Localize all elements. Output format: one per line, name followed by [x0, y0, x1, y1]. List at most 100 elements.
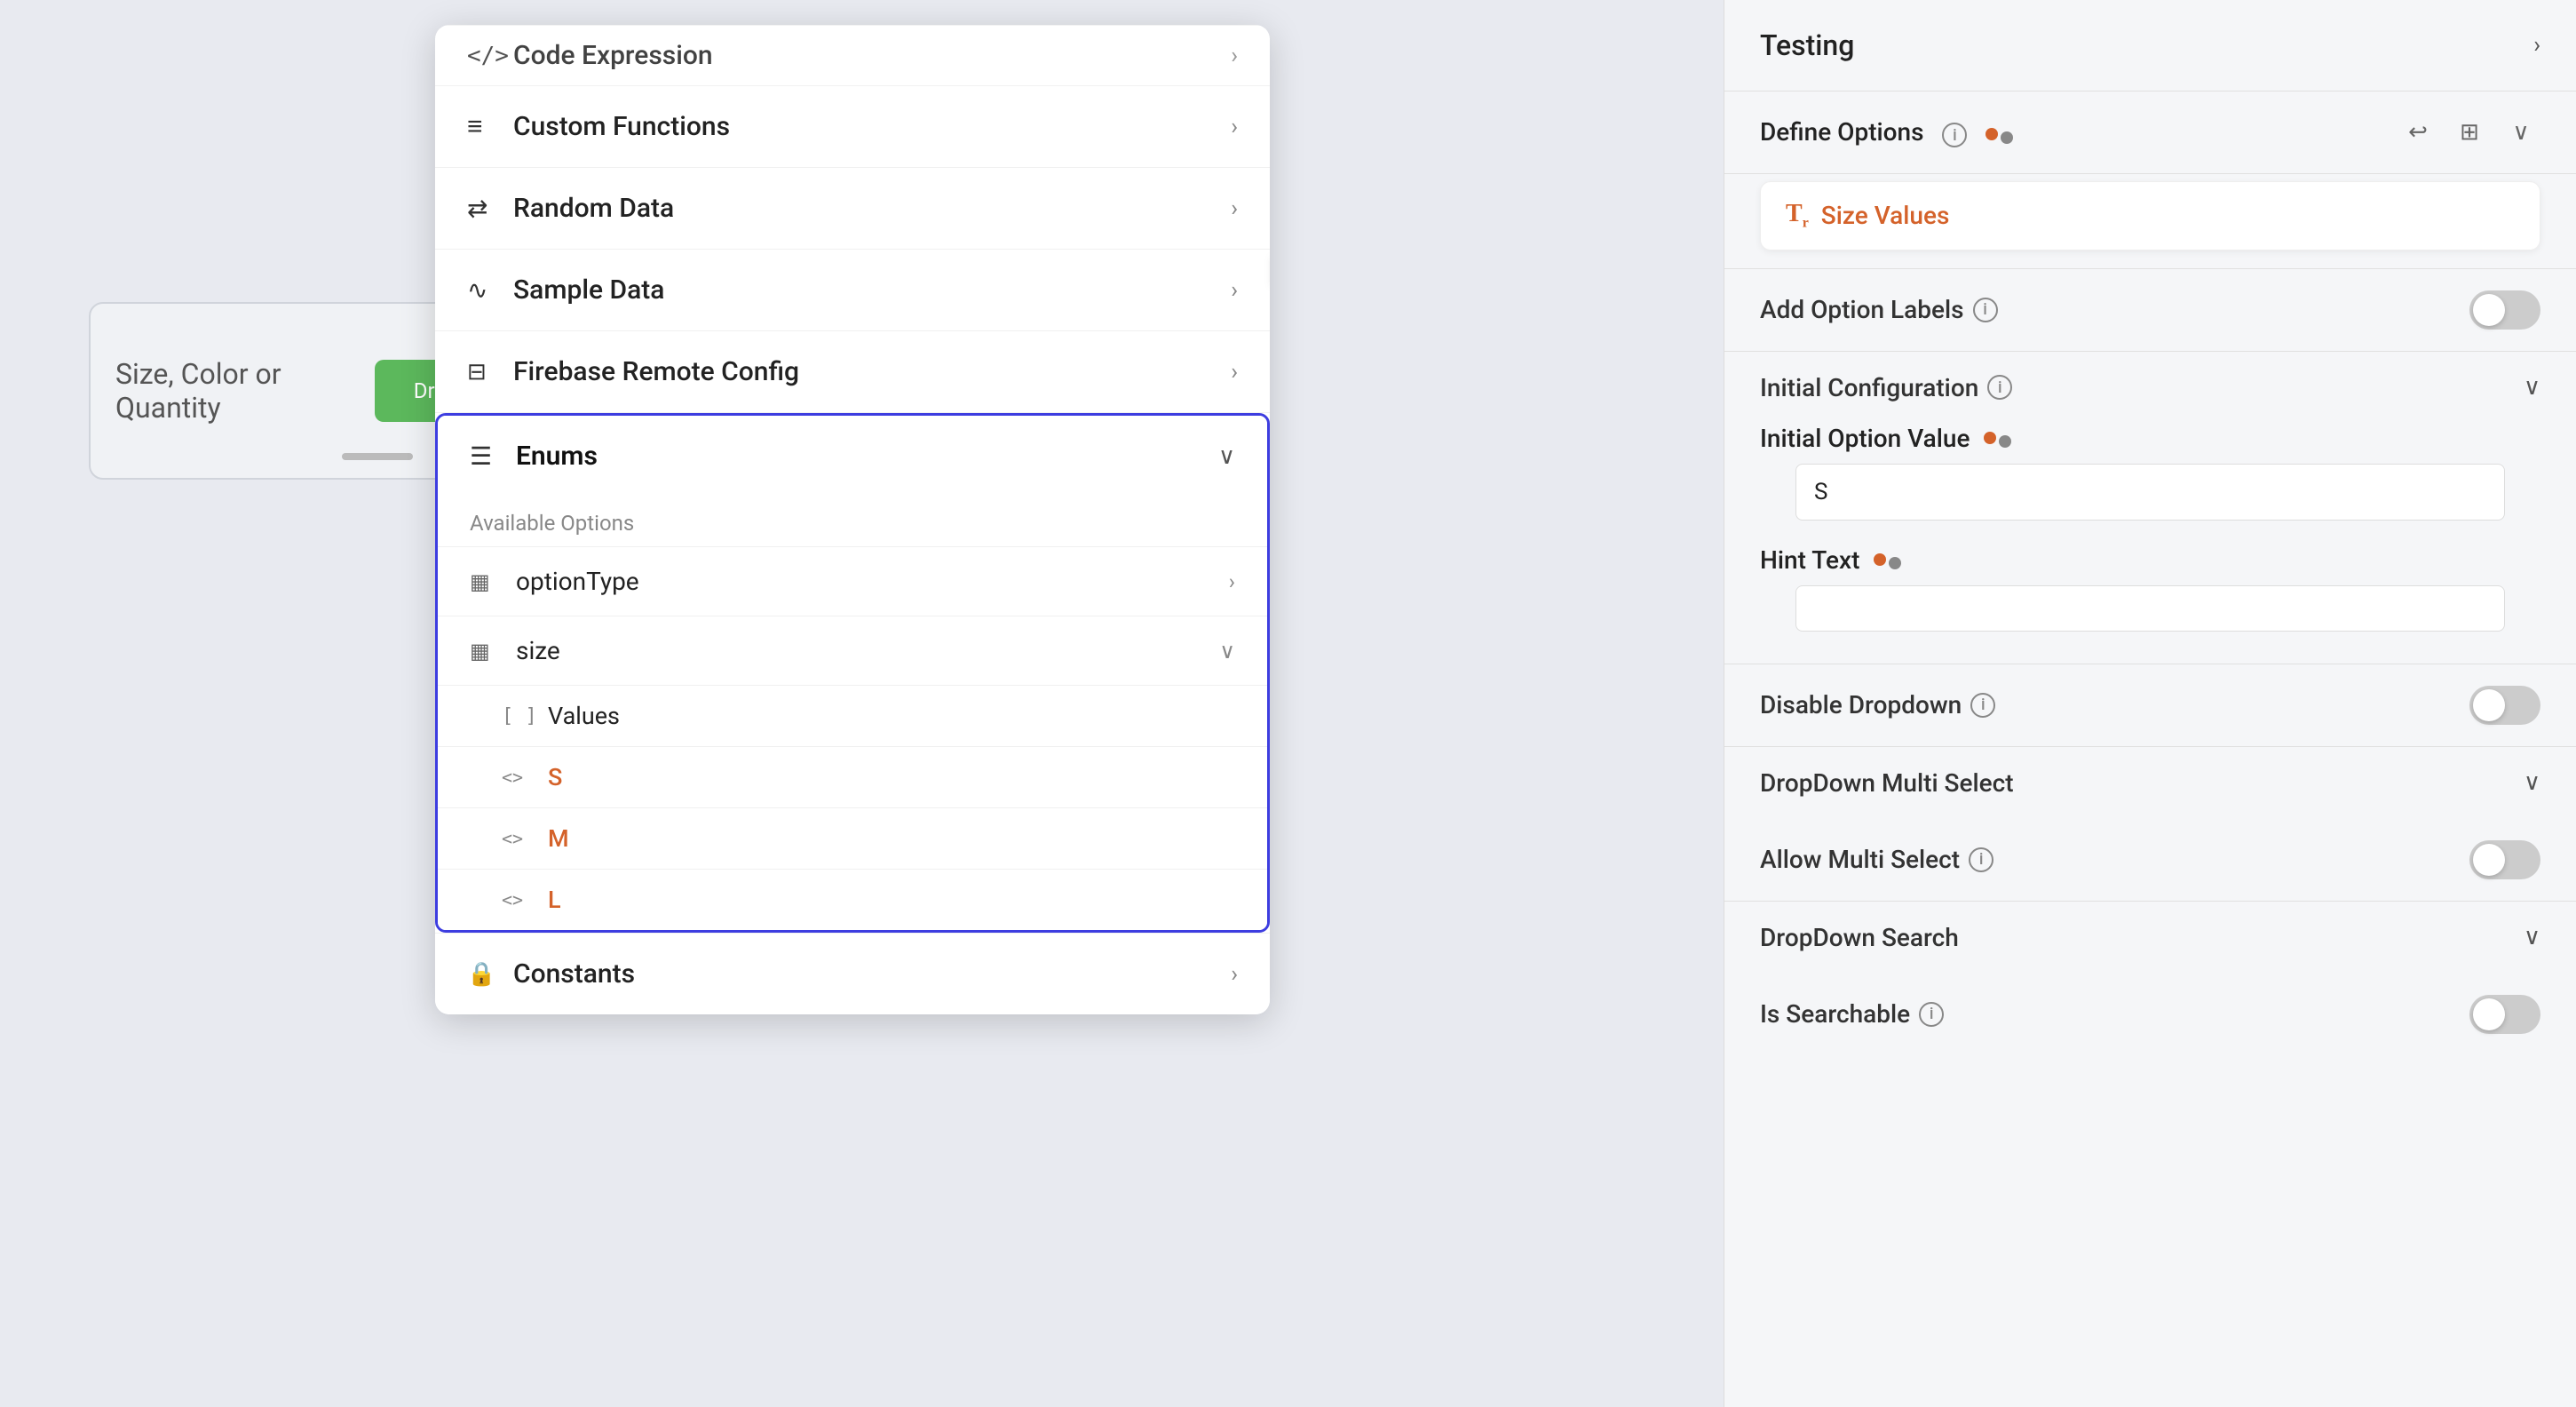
random-data-icon: ⇄	[467, 194, 513, 223]
menu-item-random-data[interactable]: ⇄ Random Data ›	[435, 168, 1270, 250]
allow-multi-select-toggle[interactable]	[2469, 840, 2540, 879]
right-panel: Testing › Define Options i ↩ ⊞ ∨ Tr Size…	[1724, 0, 2576, 1407]
menu-item-code-expression[interactable]: </> Code Expression ›	[435, 25, 1270, 86]
chip-label: Size Values	[1821, 201, 1950, 230]
binding-dots-2	[1874, 550, 1901, 569]
s-value-entry[interactable]: <> S	[438, 746, 1267, 807]
sample-data-label: Sample Data	[513, 274, 1231, 306]
enums-header[interactable]: ☰ Enums ∨	[438, 416, 1267, 497]
define-options-info-icon[interactable]: i	[1942, 123, 1967, 147]
define-options-collapse[interactable]: ∨	[2501, 113, 2540, 152]
l-code-icon: <>	[502, 889, 548, 910]
initial-option-value-label: Initial Option Value	[1760, 424, 2011, 453]
undo-button[interactable]: ↩	[2398, 113, 2437, 152]
initial-configuration-text: Initial Configuration	[1760, 373, 1978, 402]
hint-text-section: Hint Text	[1724, 545, 2576, 664]
testing-label: Testing	[1760, 28, 1854, 62]
define-options-actions: ↩ ⊞ ∨	[2398, 113, 2540, 152]
testing-row[interactable]: Testing ›	[1724, 0, 2576, 91]
code-expression-icon: </>	[467, 43, 513, 69]
initial-option-value-row: Initial Option Value	[1760, 424, 2540, 453]
size-values-chip[interactable]: Tr Size Values	[1760, 181, 2540, 250]
allow-multi-select-info-icon[interactable]: i	[1969, 847, 1993, 872]
code-expression-label: Code Expression	[513, 40, 1231, 71]
option-type-arrow: ›	[1229, 569, 1235, 594]
add-option-labels-label: Add Option Labels i	[1760, 295, 1998, 324]
hint-text-label: Hint Text	[1760, 545, 1901, 575]
disable-dropdown-text: Disable Dropdown	[1760, 690, 1962, 719]
values-entry[interactable]: [ ] Values	[438, 685, 1267, 746]
disable-dropdown-info-icon[interactable]: i	[1970, 693, 1995, 718]
values-label: Values	[548, 702, 620, 730]
l-value-label: L	[548, 886, 1235, 914]
dropdown-multi-select-row[interactable]: DropDown Multi Select ∨	[1724, 747, 2576, 819]
custom-functions-label: Custom Functions	[513, 111, 1231, 142]
disable-dropdown-label: Disable Dropdown i	[1760, 690, 1995, 719]
menu-item-custom-functions[interactable]: ≡ Custom Functions ›	[435, 86, 1270, 168]
hint-text-input[interactable]	[1795, 585, 2505, 632]
is-searchable-toggle[interactable]	[2469, 995, 2540, 1034]
enums-label: Enums	[516, 441, 1218, 472]
sample-data-arrow: ›	[1231, 277, 1238, 304]
constants-arrow: ›	[1231, 961, 1238, 988]
is-searchable-row: Is Searchable i	[1724, 974, 2576, 1055]
toggle-thumb	[2473, 294, 2505, 326]
testing-arrow: ›	[2533, 32, 2540, 59]
add-option-labels-info-icon[interactable]: i	[1973, 298, 1998, 322]
toggle-thumb-3	[2473, 844, 2505, 876]
menu-item-constants[interactable]: 🔒 Constants ›	[435, 933, 1270, 1014]
option-type-label: optionType	[516, 567, 1229, 596]
s-value-label: S	[548, 763, 1235, 791]
toggle-thumb-2	[2473, 689, 2505, 721]
initial-option-value-section: Initial Option Value S	[1724, 424, 2576, 545]
chip-icon: Tr	[1786, 200, 1809, 232]
add-option-labels-toggle[interactable]	[2469, 290, 2540, 330]
add-option-labels-row: Add Option Labels i	[1724, 269, 2576, 351]
custom-functions-icon: ≡	[467, 111, 513, 142]
widget-scroll-indicator	[342, 453, 413, 460]
enum-sub-item-option-type[interactable]: ▦ optionType ›	[438, 546, 1267, 616]
disable-dropdown-toggle[interactable]	[2469, 686, 2540, 725]
settings-button[interactable]: ⊞	[2450, 113, 2489, 152]
enum-sub-item-size[interactable]: ▦ size ∨	[438, 616, 1267, 685]
enums-collapse-arrow: ∨	[1218, 443, 1235, 470]
is-searchable-info-icon[interactable]: i	[1919, 1002, 1944, 1027]
dropdown-search-label: DropDown Search	[1760, 923, 1959, 952]
random-data-arrow: ›	[1231, 195, 1238, 222]
initial-option-value-display[interactable]: S	[1795, 464, 2505, 521]
values-icon: [ ]	[502, 705, 548, 727]
disable-dropdown-row: Disable Dropdown i	[1724, 664, 2576, 746]
l-value-entry[interactable]: <> L	[438, 869, 1267, 930]
allow-multi-select-label: Allow Multi Select i	[1760, 845, 1993, 874]
initial-configuration-arrow: ∨	[2524, 374, 2540, 401]
dropdown-search-row[interactable]: DropDown Search ∨	[1724, 902, 2576, 974]
is-searchable-label: Is Searchable i	[1760, 999, 1944, 1029]
initial-configuration-row[interactable]: Initial Configuration i ∨	[1724, 352, 2576, 424]
initial-configuration-info-icon[interactable]: i	[1987, 375, 2012, 400]
initial-configuration-label: Initial Configuration i	[1760, 373, 2012, 402]
code-expression-arrow: ›	[1231, 43, 1238, 69]
dropdown-search-arrow: ∨	[2524, 924, 2540, 950]
canvas-area: Size, Color or Quantity Drop </> Code Ex…	[0, 0, 1723, 1407]
define-options-row: Define Options i ↩ ⊞ ∨	[1724, 91, 2576, 174]
toggle-thumb-4	[2473, 998, 2505, 1030]
allow-multi-select-row: Allow Multi Select i	[1724, 819, 2576, 901]
m-value-entry[interactable]: <> M	[438, 807, 1267, 869]
enums-icon: ☰	[470, 441, 516, 471]
option-type-icon: ▦	[470, 569, 516, 594]
size-label: size	[516, 636, 1219, 665]
random-data-label: Random Data	[513, 193, 1231, 224]
s-code-icon: <>	[502, 767, 548, 788]
available-options-label: Available Options	[438, 497, 1267, 546]
widget-label: Size, Color or Quantity	[115, 357, 357, 425]
define-options-text: Define Options	[1760, 117, 1924, 147]
size-collapse-arrow: ∨	[1219, 639, 1235, 664]
enums-section: ☰ Enums ∨ Available Options ▦ optionType…	[435, 413, 1270, 933]
firebase-label: Firebase Remote Config	[513, 356, 1231, 387]
hint-text-row: Hint Text	[1760, 545, 2540, 575]
sample-data-icon: ∿	[467, 275, 513, 305]
define-options-label: Define Options i	[1760, 117, 2384, 148]
menu-item-sample-data[interactable]: ∿ Sample Data ›	[435, 250, 1270, 331]
size-expanded: [ ] Values <> S <> M <> L	[438, 685, 1267, 930]
menu-item-firebase[interactable]: ⊟ Firebase Remote Config ›	[435, 331, 1270, 413]
